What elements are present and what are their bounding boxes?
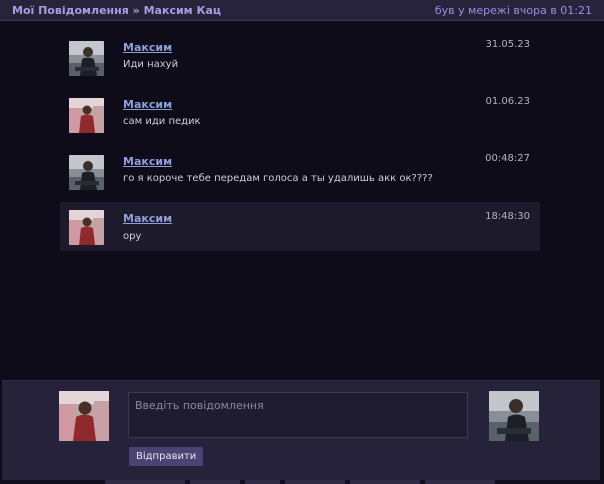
chat-header: Мої Повідомлення » Максим Кац був у мере… (0, 0, 604, 21)
message-text: ору (123, 231, 142, 242)
breadcrumb-separator: » (132, 4, 140, 17)
avatar-photo-icon (59, 391, 109, 441)
avatar[interactable] (69, 155, 104, 190)
avatar-photo-icon (69, 210, 104, 245)
contact-avatar[interactable] (489, 391, 539, 441)
message-list[interactable]: Максим Иди нахуй 31.05.23 Максим сам иди… (2, 22, 600, 379)
message-item: Максим ору 18:48:30 (60, 202, 540, 251)
avatar[interactable] (69, 210, 104, 245)
message-composer: Відправити (2, 380, 600, 480)
message-text: сам иди педик (123, 116, 201, 127)
message-item: Максим го я короче тебе передам голоса а… (60, 149, 540, 198)
my-messages-link[interactable]: Мої Повідомлення (12, 4, 129, 17)
footer-divider (0, 480, 604, 484)
message-item: Максим сам иди педик 01.06.23 (60, 92, 540, 141)
message-time: 31.05.23 (485, 39, 530, 50)
my-avatar[interactable] (59, 391, 109, 441)
avatar-photo-icon (489, 391, 539, 441)
message-author[interactable]: Максим (123, 98, 172, 111)
avatar[interactable] (69, 98, 104, 133)
avatar-photo-icon (69, 41, 104, 76)
last-seen-status: був у мережі вчора в 01:21 (434, 4, 592, 17)
contact-name-link[interactable]: Максим Кац (144, 4, 221, 17)
avatar-photo-icon (69, 98, 104, 133)
avatar-photo-icon (69, 155, 104, 190)
send-button[interactable]: Відправити (129, 447, 204, 466)
message-input[interactable] (128, 392, 468, 438)
message-time: 18:48:30 (485, 211, 530, 222)
breadcrumb: Мої Повідомлення » Максим Кац (12, 4, 221, 17)
message-time: 01.06.23 (485, 96, 530, 107)
message-author[interactable]: Максим (123, 41, 172, 54)
message-text: Иди нахуй (123, 59, 179, 70)
avatar[interactable] (69, 41, 104, 76)
message-time: 00:48:27 (485, 153, 530, 164)
message-item: Максим Иди нахуй 31.05.23 (60, 35, 540, 84)
message-text: го я короче тебе передам голоса а ты уда… (123, 173, 433, 184)
message-author[interactable]: Максим (123, 212, 172, 225)
message-author[interactable]: Максим (123, 155, 172, 168)
